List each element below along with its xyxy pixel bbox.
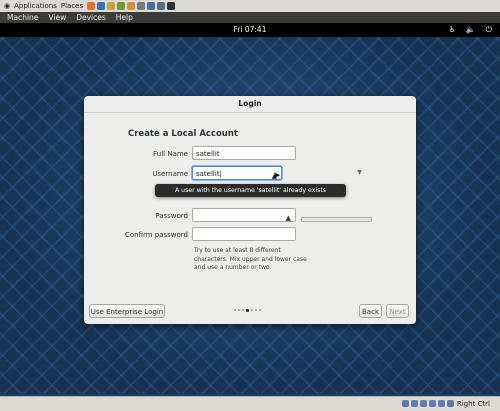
full-name-label: Full Name (153, 150, 188, 158)
mouse-pointer-icon: ➤ (273, 171, 281, 181)
page-indicator (234, 308, 261, 312)
back-button[interactable]: Back (359, 304, 382, 318)
confirm-password-label: Confirm password (124, 231, 188, 239)
username-field[interactable]: satellit| ▲ (192, 166, 282, 180)
clock[interactable]: Fri 07:41 (0, 25, 500, 34)
vm-status-bar: Right Ctrl (0, 396, 500, 411)
menu-view[interactable]: View (48, 13, 66, 22)
password-strength-bar (301, 217, 372, 222)
optical-icon[interactable] (411, 400, 418, 407)
usb-icon[interactable] (420, 400, 427, 407)
password-field[interactable]: ▲ (192, 208, 296, 222)
host-logo-icon[interactable]: ◉ (4, 2, 10, 10)
password-warning-icon: ▲ (285, 214, 291, 222)
tool-icon[interactable] (107, 2, 116, 10)
power-icon[interactable]: ⏻ (486, 25, 492, 35)
terminal-icon[interactable] (167, 2, 176, 10)
login-dialog: Login Create a Local Account Full Name s… (84, 96, 416, 324)
confirm-password-field[interactable] (192, 227, 296, 241)
guest-top-bar: Fri 07:41 ♿ 🔈 ⏻ (0, 23, 500, 37)
places-menu[interactable]: Places (61, 2, 83, 10)
accessibility-icon[interactable]: ♿ (449, 25, 456, 35)
page-heading: Create a Local Account (128, 129, 238, 139)
folder-icon[interactable] (127, 2, 136, 10)
hdd-icon[interactable] (402, 400, 409, 407)
thunderbird-icon[interactable] (97, 2, 106, 10)
page-dot (251, 309, 253, 311)
next-button[interactable]: Next (386, 304, 409, 318)
host-key-label: Right Ctrl (456, 400, 490, 408)
page-dot (234, 309, 236, 311)
enterprise-login-button[interactable]: Use Enterprise Login (89, 304, 165, 318)
page-dot (238, 309, 240, 311)
menu-devices[interactable]: Devices (76, 13, 106, 22)
chat-icon[interactable] (137, 2, 146, 10)
full-name-field[interactable]: satellit (192, 146, 296, 160)
password-label: Password (155, 212, 188, 220)
volume-icon[interactable]: 🔈 (466, 25, 476, 35)
firefox-icon[interactable] (87, 2, 96, 10)
chevron-down-icon[interactable]: ▼ (354, 166, 365, 180)
launcher-icons (87, 2, 176, 10)
username-value: satellit (196, 170, 220, 178)
menu-machine[interactable]: Machine (7, 13, 38, 22)
page-dot (255, 309, 257, 311)
dialog-title: Login (84, 96, 416, 113)
page-dot (246, 308, 249, 312)
page-dot (242, 309, 244, 311)
window-icon[interactable] (147, 2, 156, 10)
shared-folder-icon[interactable] (429, 400, 436, 407)
page-dot (259, 309, 261, 311)
vm-menu-bar: Machine View Devices Help (0, 12, 500, 23)
username-exists-tooltip: A user with the username 'satellit' alre… (155, 184, 346, 197)
menu-help[interactable]: Help (116, 13, 133, 22)
network-status-icon[interactable] (438, 400, 445, 407)
editor-icon[interactable] (117, 2, 126, 10)
username-label: Username (152, 170, 188, 178)
applications-menu[interactable]: Applications (14, 2, 57, 10)
mouse-integration-icon[interactable] (447, 400, 454, 407)
network-icon[interactable] (157, 2, 166, 10)
password-hint: Try to use at least 8 different characte… (194, 247, 307, 272)
